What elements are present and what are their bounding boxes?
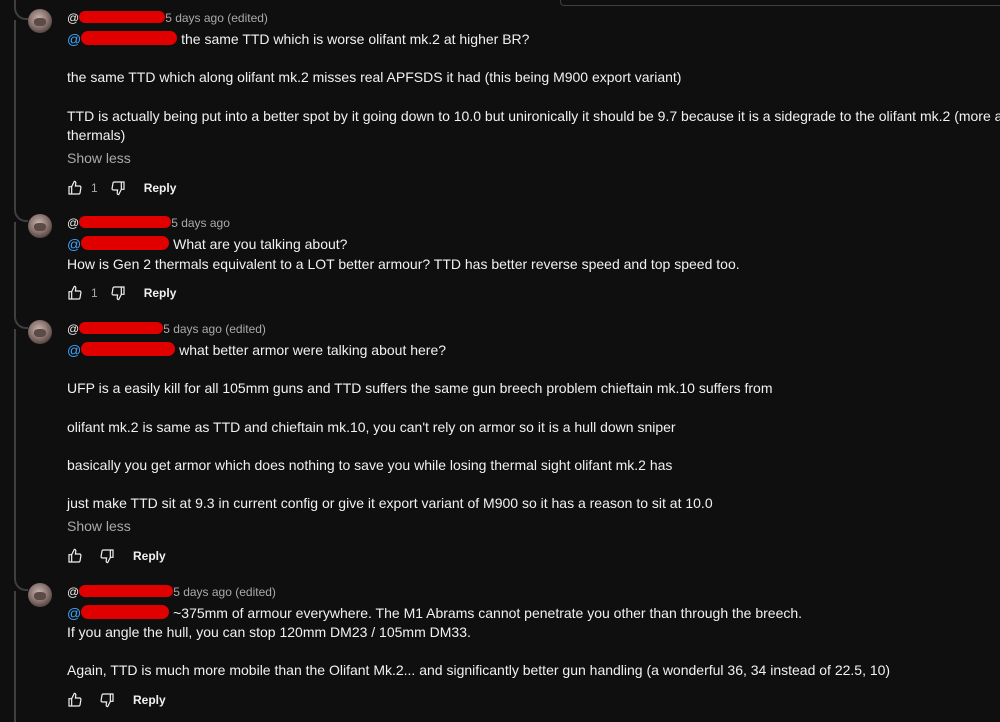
avatar[interactable] [28,214,52,238]
thread-line [14,222,16,317]
redacted-username [79,215,172,228]
dislike-icon[interactable] [110,180,126,196]
comment-text-line: TTD is actually being put into a better … [67,108,1000,124]
dislike-icon[interactable] [99,548,115,564]
thread-curve [14,315,28,329]
comment-text-line: UFP is a easily kill for all 105mm guns … [67,380,773,396]
avatar[interactable] [28,9,52,33]
comment-text-line: @ what better armor were talking about h… [67,341,446,360]
like-icon[interactable] [67,548,83,564]
reply-button[interactable]: Reply [133,693,166,707]
show-less-button[interactable]: Show less [67,150,131,166]
comment-author: @5 days ago (edited) [67,584,276,599]
author-handle[interactable]: @ [67,322,79,336]
avatar[interactable] [28,583,52,607]
comment-text-line: the same TTD which along olifant mk.2 mi… [67,69,682,85]
like-count: 1 [91,286,98,300]
comment-timestamp[interactable]: 5 days ago (edited) [173,585,276,599]
mention-link[interactable]: @ [67,31,178,47]
comment-text-line: How is Gen 2 thermals equivalent to a LO… [67,256,740,272]
comment-actions: Reply [67,546,166,566]
comment-author: @5 days ago (edited) [67,10,268,25]
comment-text-line: @ the same TTD which is worse olifant mk… [67,30,529,49]
author-handle[interactable]: @ [67,11,79,25]
comment-text-line: Again, TTD is much more mobile than the … [67,662,891,678]
dislike-icon[interactable] [110,285,126,301]
comment-actions: 1 Reply [67,283,176,303]
thread-curve [14,6,28,20]
like-count: 1 [91,181,98,195]
like-icon[interactable] [67,285,83,301]
mention-link[interactable]: @ [67,605,170,621]
thread-line [14,329,16,579]
redacted-username [79,10,166,23]
thread-line [14,20,16,210]
comment-text-line: thermals) [67,127,126,143]
comment-actions: Reply [67,690,166,710]
comment-text-line: basically you get armor which does nothi… [67,457,673,473]
comment-author: @5 days ago (edited) [67,321,266,336]
comment-text-line: @ ~375mm of armour everywhere. The M1 Ab… [67,604,802,623]
author-handle[interactable]: @ [67,216,79,230]
comment-timestamp[interactable]: 5 days ago (edited) [163,322,266,336]
thread-curve [14,577,28,591]
thread-curve [14,208,28,222]
comment-text: What are you talking about? [173,236,348,252]
comment-text-line: @ What are you talking about? [67,235,347,254]
comment-text: ~375mm of armour everywhere. The M1 Abra… [173,605,803,621]
dislike-icon[interactable] [99,692,115,708]
reply-button[interactable]: Reply [133,549,166,563]
redacted-username [79,584,174,597]
redacted-username [79,321,164,334]
comment-text-line: olifant mk.2 is same as TTD and chieftai… [67,419,676,435]
comment-text: what better armor were talking about her… [179,342,447,358]
like-icon[interactable] [67,692,83,708]
author-handle[interactable]: @ [67,585,79,599]
comment-actions: 1 Reply [67,178,176,198]
reply-button[interactable]: Reply [144,286,177,300]
reply-button[interactable]: Reply [144,181,177,195]
mention-link[interactable]: @ [67,342,176,358]
comment-text-line: just make TTD sit at 9.3 in current conf… [67,495,713,511]
mention-link[interactable]: @ [67,236,170,252]
comment-timestamp[interactable]: 5 days ago [171,216,230,230]
comment-text: the same TTD which is worse olifant mk.2… [181,31,530,47]
comment-timestamp[interactable]: 5 days ago (edited) [165,11,268,25]
comment-author: @5 days ago [67,215,230,230]
thread-line [14,591,16,722]
top-divider [560,0,1000,6]
comment-text-line: If you angle the hull, you can stop 120m… [67,624,471,640]
show-less-button[interactable]: Show less [67,518,131,534]
like-icon[interactable] [67,180,83,196]
avatar[interactable] [28,320,52,344]
